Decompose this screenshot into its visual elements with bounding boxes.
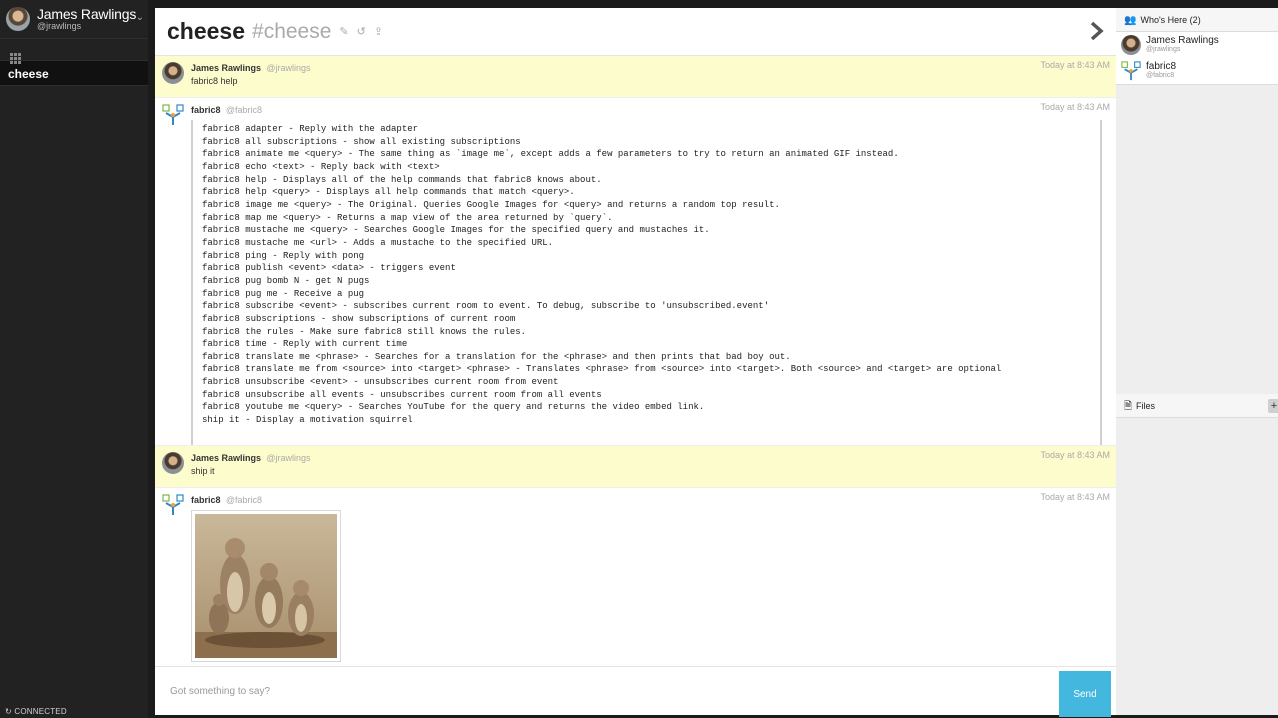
message-handle: @jrawlings [266,453,311,463]
message-author[interactable]: James Rawlings [191,453,261,463]
who-name: James Rawlings [1146,35,1219,46]
message-timestamp: Today at 8:43 AM [1040,60,1110,70]
connection-status: ↻ CONNECTED [5,707,67,716]
avatar [6,7,30,31]
message-author[interactable]: fabric8 [191,495,221,505]
message-text: fabric8 help [191,76,238,86]
avatar [1121,35,1141,55]
users-icon: 👥 [1124,15,1137,26]
avatar [162,62,184,84]
list-item[interactable]: fabric8 @fabric8 [1116,58,1278,84]
squirrel-image[interactable] [191,510,341,662]
message-handle: @fabric8 [225,495,263,505]
message-handle: @jrawlings [266,63,311,73]
apps-row [0,38,148,64]
add-file-button[interactable]: + [1268,399,1278,413]
message: fabric8 @fabric8 Today at 8:43 AM [155,488,1116,666]
message-text: ship it [191,466,215,476]
message-input[interactable] [155,667,1060,715]
who-handle: @jrawlings [1146,46,1181,53]
room-header: cheese #cheese ✎ ↺ ⇪ [155,8,1116,56]
room-title: cheese [167,18,246,44]
chat-main: cheese #cheese ✎ ↺ ⇪ James Rawlings @jra… [155,8,1116,717]
whos-here-list: James Rawlings @jrawlings fabric8 @fabri… [1116,32,1278,85]
right-panel: 👥 Who's Here (2) James Rawlings @jrawling… [1116,8,1278,715]
left-sidebar: James Rawlings @jrawlings ⌄ cheese ↻ CON… [0,0,148,718]
bot-avatar [162,104,184,125]
file-icon: 🗎 [1124,401,1133,412]
message-handle: @fabric8 [225,105,263,115]
bot-avatar [1121,61,1141,81]
whos-here-header: 👥 Who's Here (2) [1116,8,1278,32]
who-name: fabric8 [1146,61,1177,72]
files-title: Files [1136,401,1156,411]
squirrel-picture [195,514,337,658]
message-timestamp: Today at 8:43 AM [1040,102,1110,112]
send-button[interactable]: Send [1059,671,1111,717]
bot-avatar [162,494,184,515]
user-menu[interactable]: James Rawlings @jrawlings ⌄ [0,0,148,38]
message-author[interactable]: fabric8 [191,105,221,115]
chevron-down-icon[interactable]: ⌄ [136,12,144,23]
history-icon[interactable]: ↺ [357,25,366,38]
sidebar-item-cheese[interactable]: cheese [0,60,148,86]
room-tag: #cheese [252,19,332,43]
avatar [162,452,184,474]
connection-status-label: CONNECTED [14,707,67,716]
user-display-name: James Rawlings [37,6,137,22]
message: James Rawlings @jrawlings Today at 8:43 … [155,446,1116,488]
message-timestamp: Today at 8:43 AM [1040,492,1110,502]
message-list: James Rawlings @jrawlings Today at 8:43 … [155,56,1116,666]
refresh-icon: ↻ [5,707,12,716]
composer: Send [155,666,1116,717]
message-timestamp: Today at 8:43 AM [1040,450,1110,460]
message: James Rawlings @jrawlings Today at 8:43 … [155,56,1116,98]
whos-here-title: Who's Here (2) [1140,15,1201,25]
list-item[interactable]: James Rawlings @jrawlings [1116,32,1278,58]
files-header: 🗎 Files + [1116,394,1278,418]
message-author[interactable]: James Rawlings [191,63,261,73]
code-block: fabric8 adapter - Reply with the adapter… [191,120,1102,445]
upload-icon[interactable]: ⇪ [374,25,383,38]
chevron-right-icon[interactable] [1088,21,1106,41]
who-handle: @fabric8 [1146,72,1175,79]
message: fabric8 @fabric8 Today at 8:43 AM fabric… [155,98,1116,446]
edit-icon[interactable]: ✎ [339,25,348,38]
user-handle: @jrawlings [37,21,82,31]
